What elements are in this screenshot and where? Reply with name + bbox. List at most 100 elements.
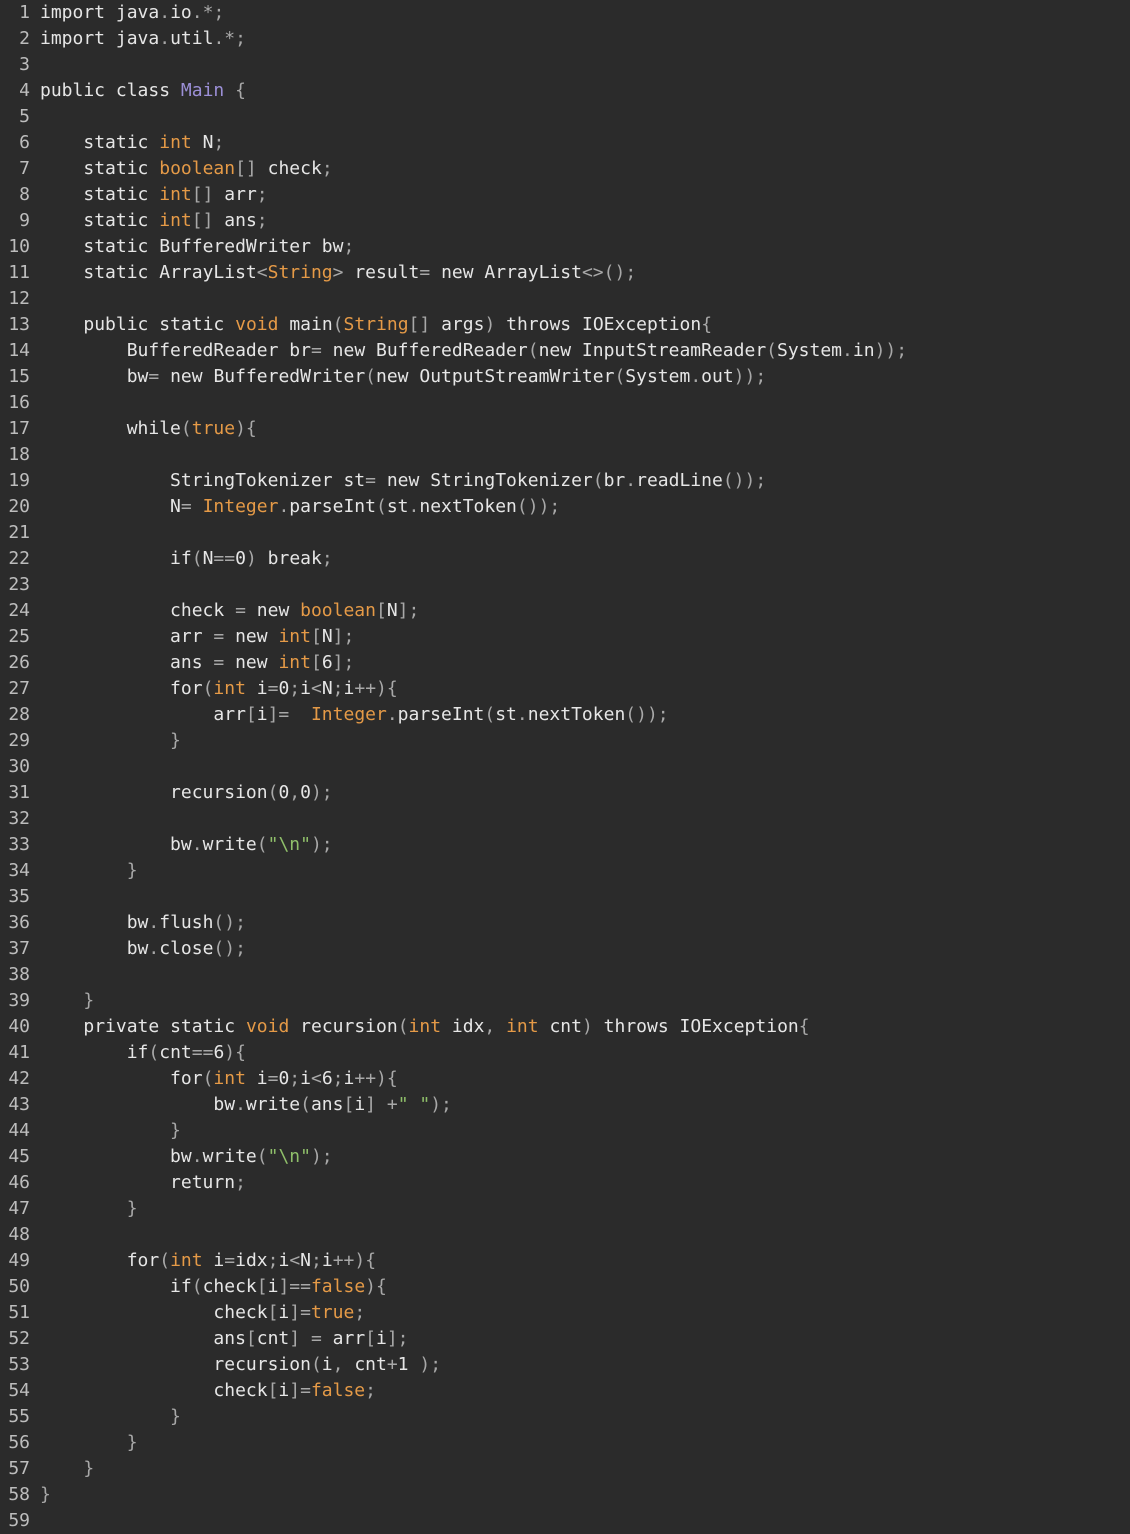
line-text[interactable]: StringTokenizer st= new StringTokenizer(… — [40, 468, 766, 494]
code-line[interactable]: 53 recursion(i, cnt+1 ); — [0, 1352, 1130, 1378]
line-text[interactable]: } — [40, 1430, 138, 1456]
line-text[interactable]: } — [40, 1482, 51, 1508]
line-text[interactable]: bw.write("\n"); — [40, 832, 333, 858]
code-line[interactable]: 30 — [0, 754, 1130, 780]
line-text[interactable]: bw.write(ans[i] +" "); — [40, 1092, 452, 1118]
line-text[interactable]: recursion(i, cnt+1 ); — [40, 1352, 441, 1378]
line-text[interactable]: public static void main(String[] args) t… — [40, 312, 712, 338]
line-text[interactable]: } — [40, 988, 94, 1014]
code-line[interactable]: 1 import java.io.*; — [0, 0, 1130, 26]
code-line[interactable]: 12 — [0, 286, 1130, 312]
line-text[interactable]: arr[i]= Integer.parseInt(st.nextToken())… — [40, 702, 668, 728]
line-text[interactable]: import java.io.*; — [40, 0, 224, 26]
code-line[interactable]: 22 if(N==0) break; — [0, 546, 1130, 572]
code-line[interactable]: 25 arr = new int[N]; — [0, 624, 1130, 650]
code-line[interactable]: 59 — [0, 1508, 1130, 1534]
code-line[interactable]: 33 bw.write("\n"); — [0, 832, 1130, 858]
code-line[interactable]: 3 — [0, 52, 1130, 78]
code-line[interactable]: 7 static boolean[] check; — [0, 156, 1130, 182]
code-line[interactable]: 50 if(check[i]==false){ — [0, 1274, 1130, 1300]
code-line[interactable]: 38 — [0, 962, 1130, 988]
code-line[interactable]: 2 import java.util.*; — [0, 26, 1130, 52]
code-line[interactable]: 8 static int[] arr; — [0, 182, 1130, 208]
line-text[interactable]: if(N==0) break; — [40, 546, 333, 572]
code-line[interactable]: 43 bw.write(ans[i] +" "); — [0, 1092, 1130, 1118]
line-text[interactable]: check[i]=false; — [40, 1378, 376, 1404]
code-line[interactable]: 19 StringTokenizer st= new StringTokeniz… — [0, 468, 1130, 494]
code-line[interactable]: 36 bw.flush(); — [0, 910, 1130, 936]
code-line[interactable]: 47 } — [0, 1196, 1130, 1222]
line-text[interactable]: } — [40, 1118, 181, 1144]
code-line[interactable]: 58} — [0, 1482, 1130, 1508]
code-line[interactable]: 52 ans[cnt] = arr[i]; — [0, 1326, 1130, 1352]
code-line[interactable]: 27 for(int i=0;i<N;i++){ — [0, 676, 1130, 702]
code-line[interactable]: 44 } — [0, 1118, 1130, 1144]
code-line[interactable]: 4 public class Main { — [0, 78, 1130, 104]
line-text[interactable]: private static void recursion(int idx, i… — [40, 1014, 809, 1040]
line-text[interactable]: ans = new int[6]; — [40, 650, 354, 676]
code-line[interactable]: 34 } — [0, 858, 1130, 884]
line-text[interactable]: if(check[i]==false){ — [40, 1274, 387, 1300]
line-text[interactable]: arr = new int[N]; — [40, 624, 354, 650]
line-text[interactable]: check[i]=true; — [40, 1300, 365, 1326]
code-line[interactable]: 57 } — [0, 1456, 1130, 1482]
code-line[interactable]: 21 — [0, 520, 1130, 546]
line-text[interactable]: static int[] ans; — [40, 208, 267, 234]
code-line[interactable]: 24 check = new boolean[N]; — [0, 598, 1130, 624]
line-text[interactable]: while(true){ — [40, 416, 257, 442]
code-line[interactable]: 15 bw= new BufferedWriter(new OutputStre… — [0, 364, 1130, 390]
line-text[interactable]: for(int i=0;i<6;i++){ — [40, 1066, 398, 1092]
code-line[interactable]: 37 bw.close(); — [0, 936, 1130, 962]
line-text[interactable]: for(int i=idx;i<N;i++){ — [40, 1248, 376, 1274]
line-text[interactable]: bw.close(); — [40, 936, 246, 962]
code-line[interactable]: 17 while(true){ — [0, 416, 1130, 442]
code-line[interactable]: 11 static ArrayList<String> result= new … — [0, 260, 1130, 286]
line-text[interactable]: bw= new BufferedWriter(new OutputStreamW… — [40, 364, 766, 390]
line-text[interactable]: } — [40, 858, 138, 884]
line-text[interactable]: bw.write("\n"); — [40, 1144, 333, 1170]
line-text[interactable]: static int[] arr; — [40, 182, 267, 208]
code-line[interactable]: 10 static BufferedWriter bw; — [0, 234, 1130, 260]
line-text[interactable]: N= Integer.parseInt(st.nextToken()); — [40, 494, 560, 520]
line-text[interactable]: return; — [40, 1170, 246, 1196]
line-text[interactable]: } — [40, 728, 181, 754]
code-line[interactable]: 56 } — [0, 1430, 1130, 1456]
code-line[interactable]: 26 ans = new int[6]; — [0, 650, 1130, 676]
code-line[interactable]: 9 static int[] ans; — [0, 208, 1130, 234]
line-text[interactable]: public class Main { — [40, 78, 246, 104]
line-text[interactable]: import java.util.*; — [40, 26, 246, 52]
code-line[interactable]: 18 — [0, 442, 1130, 468]
code-line[interactable]: 49 for(int i=idx;i<N;i++){ — [0, 1248, 1130, 1274]
code-line[interactable]: 48 — [0, 1222, 1130, 1248]
code-line[interactable]: 39 } — [0, 988, 1130, 1014]
code-line[interactable]: 35 — [0, 884, 1130, 910]
code-line[interactable]: 45 bw.write("\n"); — [0, 1144, 1130, 1170]
line-text[interactable]: } — [40, 1196, 138, 1222]
code-line[interactable]: 42 for(int i=0;i<6;i++){ — [0, 1066, 1130, 1092]
code-line[interactable]: 23 — [0, 572, 1130, 598]
code-line[interactable]: 40 private static void recursion(int idx… — [0, 1014, 1130, 1040]
code-line[interactable]: 32 — [0, 806, 1130, 832]
line-text[interactable]: static int N; — [40, 130, 224, 156]
code-line[interactable]: 6 static int N; — [0, 130, 1130, 156]
code-line[interactable]: 51 check[i]=true; — [0, 1300, 1130, 1326]
line-text[interactable]: static BufferedWriter bw; — [40, 234, 354, 260]
code-line[interactable]: 55 } — [0, 1404, 1130, 1430]
code-editor[interactable]: 1 import java.io.*; 2 import java.util.*; 3 4… — [0, 0, 1130, 1531]
line-text[interactable]: recursion(0,0); — [40, 780, 333, 806]
line-text[interactable]: static boolean[] check; — [40, 156, 332, 182]
code-line[interactable]: 14 BufferedReader br= new BufferedReader… — [0, 338, 1130, 364]
line-text[interactable]: BufferedReader br= new BufferedReader(ne… — [40, 338, 907, 364]
line-text[interactable]: for(int i=0;i<N;i++){ — [40, 676, 398, 702]
code-line[interactable]: 54 check[i]=false; — [0, 1378, 1130, 1404]
line-text[interactable]: ans[cnt] = arr[i]; — [40, 1326, 408, 1352]
code-line[interactable]: 16 — [0, 390, 1130, 416]
line-text[interactable]: check = new boolean[N]; — [40, 598, 419, 624]
line-text[interactable]: static ArrayList<String> result= new Arr… — [40, 260, 636, 286]
code-line[interactable]: 5 — [0, 104, 1130, 130]
code-line[interactable]: 46 return; — [0, 1170, 1130, 1196]
code-line[interactable]: 13 public static void main(String[] args… — [0, 312, 1130, 338]
code-line[interactable]: 29 } — [0, 728, 1130, 754]
code-line[interactable]: 31 recursion(0,0); — [0, 780, 1130, 806]
line-text[interactable]: if(cnt==6){ — [40, 1040, 246, 1066]
